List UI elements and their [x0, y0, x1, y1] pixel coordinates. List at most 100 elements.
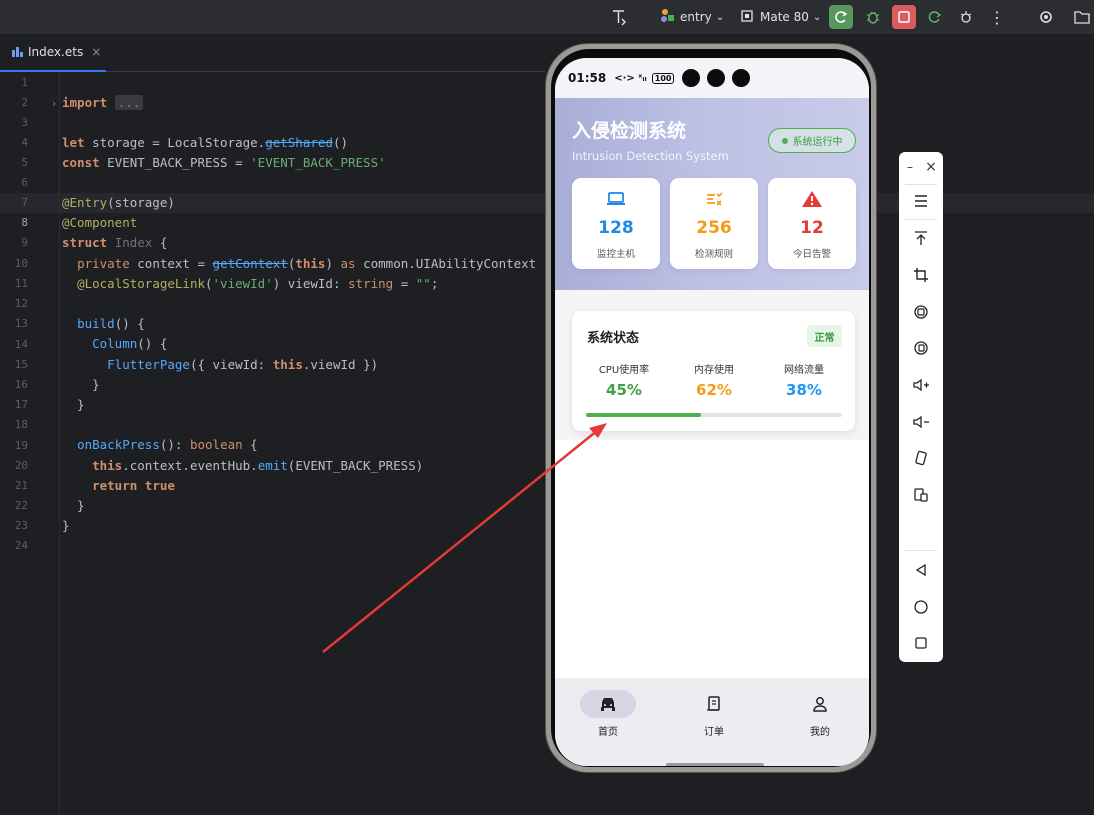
- car-icon: [580, 690, 636, 718]
- line-number: 7: [21, 196, 28, 209]
- editor-tab-bar: Index.ets ×: [0, 34, 545, 72]
- phone-bezel: 01:58 <·> ˣᵢₗ 100 入侵检测系统 Intrusion Detec…: [551, 49, 871, 767]
- tab-index-ets[interactable]: Index.ets ×: [0, 34, 106, 72]
- run-icon[interactable]: [829, 5, 853, 29]
- metric-label: 网络流量: [784, 365, 824, 376]
- menu-icon[interactable]: [907, 187, 935, 215]
- text-tool-icon[interactable]: [607, 5, 631, 29]
- camera-dot-icon: [682, 69, 700, 87]
- multi-device-icon[interactable]: [907, 481, 935, 509]
- status-badge: 正常: [807, 325, 842, 347]
- line-number: 16: [14, 378, 28, 391]
- code-line: FlutterPage({ viewId: this.viewId }): [107, 357, 379, 372]
- code-line: Column() {: [92, 336, 168, 351]
- app-header: 入侵检测系统 Intrusion Detection System 系统运行中 …: [555, 98, 869, 290]
- nav-item-profile[interactable]: 我的: [785, 690, 855, 738]
- line-number: 3: [21, 116, 28, 129]
- folded-region[interactable]: ...: [114, 95, 144, 110]
- line-number: 8: [21, 216, 28, 229]
- badge-label: 系统运行中: [792, 137, 843, 148]
- rotate-right-icon[interactable]: [907, 334, 935, 362]
- folder-icon[interactable]: [1070, 5, 1094, 29]
- shake-icon[interactable]: [907, 444, 935, 472]
- line-number: 22: [14, 499, 28, 512]
- code-line: }: [62, 377, 100, 392]
- ide-toolbar: entry ⌄ Mate 80 ⌄ ⋮: [0, 0, 1094, 34]
- module-selector[interactable]: entry ⌄: [659, 6, 724, 28]
- line-number: 21: [14, 479, 28, 492]
- stat-card-rules[interactable]: 256 检测规则: [670, 178, 758, 269]
- stat-card-hosts[interactable]: 128 监控主机: [572, 178, 660, 269]
- line-number: 18: [14, 418, 28, 431]
- phone-screen[interactable]: 01:58 <·> ˣᵢₗ 100 入侵检测系统 Intrusion Detec…: [555, 58, 869, 766]
- divider: [905, 184, 937, 185]
- code-line: return true: [92, 478, 175, 493]
- metric-label: 内存使用: [694, 365, 734, 376]
- line-number: 6: [21, 176, 28, 189]
- crop-icon[interactable]: [907, 261, 935, 289]
- stop-icon[interactable]: [892, 5, 916, 29]
- module-icon: [659, 8, 677, 27]
- stat-label: 检测规则: [694, 249, 733, 260]
- fold-arrow-icon[interactable]: ›: [52, 97, 56, 110]
- nav-label: 订单: [704, 727, 724, 738]
- emulator-side-panel: – ×: [899, 152, 943, 662]
- line-number: 5: [21, 156, 28, 169]
- pin-top-icon[interactable]: [907, 224, 935, 252]
- back-icon[interactable]: [907, 556, 935, 584]
- apply-changes-icon[interactable]: [923, 5, 947, 29]
- app-title: 入侵检测系统: [572, 120, 687, 142]
- line-number: 15: [14, 358, 28, 371]
- tab-label: Index.ets: [28, 45, 84, 59]
- close-icon[interactable]: ×: [91, 45, 101, 59]
- nav-item-orders[interactable]: 订单: [679, 690, 749, 738]
- nav-item-home[interactable]: 首页: [573, 690, 643, 738]
- close-icon[interactable]: ×: [921, 153, 941, 181]
- stat-value: 12: [800, 218, 824, 238]
- code-line: }: [62, 498, 85, 513]
- code-line: build() {: [77, 316, 145, 331]
- minimize-icon[interactable]: –: [900, 153, 920, 181]
- code-line: private context = getContext(this) as co…: [77, 256, 537, 271]
- status-dot-icon: [781, 137, 788, 144]
- code-line: onBackPress(): boolean {: [77, 437, 258, 452]
- card-title: 系统状态: [587, 331, 640, 346]
- content-area: [565, 440, 869, 680]
- volume-down-icon[interactable]: [907, 408, 935, 436]
- code-line: @LocalStorageLink('viewId') viewId: stri…: [77, 276, 439, 291]
- device-selector[interactable]: Mate 80 ⌄: [739, 6, 821, 28]
- line-number: 9: [21, 236, 28, 249]
- metric-network: 网络流量 38%: [764, 361, 844, 399]
- code-line: }: [62, 397, 85, 412]
- more-icon[interactable]: ⋮: [985, 5, 1009, 29]
- line-number: 13: [14, 317, 28, 330]
- line-number: 10: [14, 257, 28, 270]
- system-status-card[interactable]: 系统状态 正常 CPU使用率 45% 内存使用 62% 网络流量 38%: [572, 311, 855, 431]
- profiler-icon[interactable]: [954, 5, 978, 29]
- camera-dot-icon: [732, 69, 750, 87]
- home-icon[interactable]: [907, 593, 935, 621]
- metric-value: 45%: [606, 381, 642, 399]
- device-label: Mate 80: [760, 10, 809, 24]
- volume-up-icon[interactable]: [907, 371, 935, 399]
- code-line: }: [62, 518, 70, 533]
- rules-icon: [670, 190, 758, 210]
- metric-value: 62%: [696, 381, 732, 399]
- divider: [905, 550, 937, 551]
- camera-dot-icon: [707, 69, 725, 87]
- line-number: 17: [14, 398, 28, 411]
- divider: [905, 219, 937, 220]
- line-number: 1: [21, 76, 28, 89]
- rotate-left-icon[interactable]: [907, 298, 935, 326]
- recent-apps-icon[interactable]: [907, 629, 935, 657]
- bottom-navigation: 首页 订单 我的: [555, 678, 869, 766]
- cpu-progress-bar: [586, 413, 842, 417]
- stat-label: 监控主机: [596, 249, 635, 260]
- home-indicator[interactable]: [666, 763, 764, 766]
- line-number: 12: [14, 297, 28, 310]
- stat-value: 128: [598, 218, 634, 238]
- debug-icon[interactable]: [861, 5, 885, 29]
- nav-label: 我的: [810, 727, 830, 738]
- stat-card-alerts[interactable]: 12 今日告警: [768, 178, 856, 269]
- settings-icon[interactable]: [1034, 5, 1058, 29]
